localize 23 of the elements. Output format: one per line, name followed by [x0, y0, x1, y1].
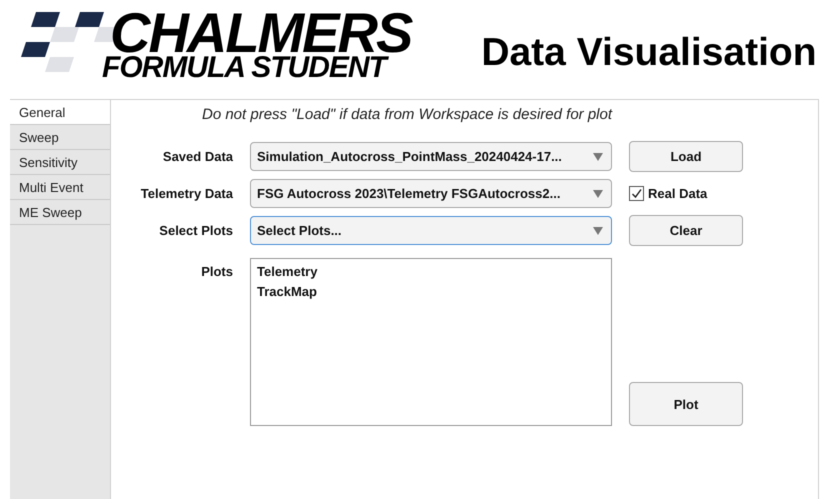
field-label: Telemetry Data — [140, 186, 233, 201]
dropdown-field[interactable]: FSG Autocross 2023\Telemetry FSGAutocross2... — [250, 179, 612, 208]
list-item[interactable]: Telemetry — [257, 262, 605, 282]
caret-icon — [593, 190, 603, 198]
field-label: Plots — [201, 264, 233, 279]
dropdown-field[interactable]: Simulation_Autocross_PointMass_20240424-17... — [250, 142, 612, 171]
checkbox[interactable] — [629, 186, 644, 201]
list-item[interactable]: TrackMap — [257, 282, 605, 302]
caret-icon — [593, 226, 603, 234]
plot-button[interactable]: Plot — [629, 382, 743, 426]
field-label: Select Plots — [159, 223, 233, 238]
page-title: Data Visualisation — [481, 31, 817, 75]
action-button[interactable]: Clear — [629, 215, 743, 246]
logo-title: CHALMERS — [110, 10, 412, 56]
action-button[interactable]: Load — [629, 141, 743, 172]
field-label: Saved Data — [162, 149, 233, 164]
dropdown-field[interactable]: Select Plots... — [250, 216, 612, 245]
logo-subtitle: FORMULA STUDENT — [102, 56, 412, 80]
caret-icon — [593, 152, 603, 160]
checkbox-label: Real Data — [648, 186, 708, 201]
tab[interactable]: General — [10, 100, 110, 125]
hint-text: Do not press "Load" if data from Workspace is desired for plot — [201, 104, 614, 124]
plots-list[interactable]: Telemetry TrackMap — [250, 258, 612, 426]
